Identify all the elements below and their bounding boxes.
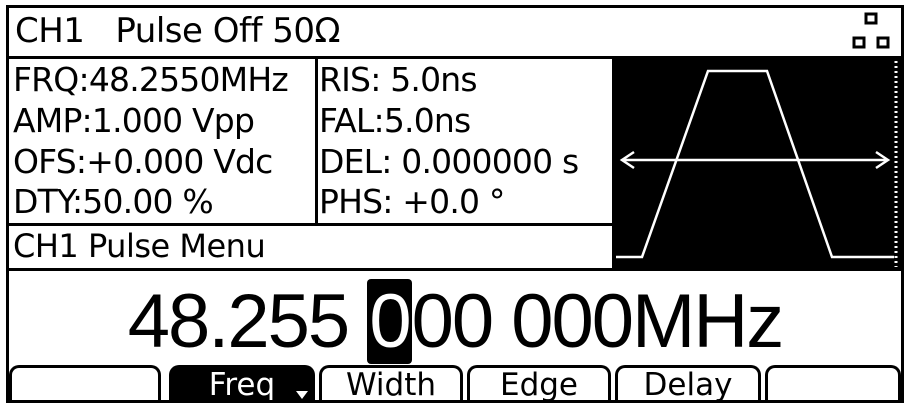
pulse-waveform-preview <box>612 57 901 269</box>
softkey-delay[interactable]: Delay <box>615 365 761 403</box>
softkey-edge[interactable]: Edge <box>467 365 611 403</box>
softkey-freq[interactable]: Freq <box>169 365 315 403</box>
softkey-width-label: Width <box>345 367 437 403</box>
softkey-1[interactable] <box>9 365 161 400</box>
param-rise: RIS: 5.0ns <box>319 60 478 99</box>
softkey-edge-label: Edge <box>499 367 578 403</box>
softkey-bar: Freq Width Edge Delay <box>9 363 901 403</box>
param-fall: FAL:5.0ns <box>319 101 471 140</box>
param-phase: PHS: +0.0 ° <box>319 182 505 221</box>
network-icon <box>852 12 890 49</box>
entry-digits-before: 48.255 <box>127 279 368 364</box>
status-bar: CH1 Pulse Off 50Ω <box>9 8 901 56</box>
menu-title: CH1 Pulse Menu <box>13 227 266 265</box>
submenu-indicator-icon <box>296 391 308 399</box>
param-offset: OFS:+0.000 Vdc <box>13 142 273 181</box>
param-amplitude: AMP:1.000 Vpp <box>13 101 255 140</box>
param-delay: DEL: 0.000000 s <box>319 142 579 181</box>
divider-columns <box>315 56 318 226</box>
entry-digits-after: 00 000 <box>411 279 634 364</box>
status-text: CH1 Pulse Off 50Ω <box>15 10 340 52</box>
softkey-6[interactable] <box>765 365 901 400</box>
lcd-display: CH1 Pulse Off 50Ω FRQ:48.2550MHz AMP:1.0… <box>6 5 904 403</box>
frequency-entry[interactable]: 48.255 000 000MHz <box>9 276 901 368</box>
param-duty: DTY:50.00 % <box>13 182 214 221</box>
softkey-delay-label: Delay <box>643 367 733 403</box>
entry-unit: MHz <box>632 279 784 364</box>
param-frequency: FRQ:48.2550MHz <box>13 60 289 99</box>
entry-cursor-digit[interactable]: 0 <box>367 279 412 364</box>
softkey-width[interactable]: Width <box>319 365 463 403</box>
mode-label: Pulse Off 50Ω <box>115 11 340 51</box>
softkey-freq-label: Freq <box>208 367 276 403</box>
channel-label: CH1 <box>15 11 85 51</box>
